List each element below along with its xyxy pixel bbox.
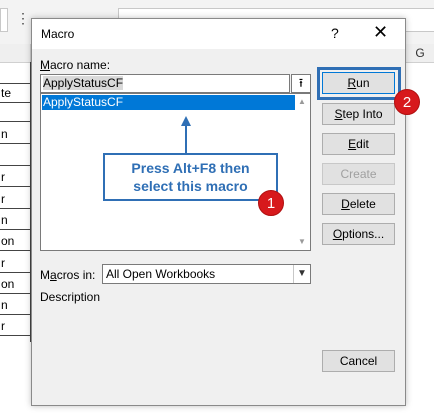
delete-button[interactable]: Delete	[322, 193, 395, 215]
dialog-titlebar[interactable]: Macro ? ✕	[32, 19, 405, 49]
cell[interactable]: n	[0, 125, 30, 144]
macro-name-value: ApplyStatusCF	[43, 76, 124, 90]
macro-dialog: Macro ? ✕ Macro name: ApplyStatusCF ⭱ Ap…	[31, 18, 420, 406]
cell[interactable]: n	[0, 296, 30, 315]
cell[interactable]	[0, 62, 30, 84]
cell[interactable]: n	[0, 211, 30, 230]
step-badge-2: 2	[394, 89, 420, 115]
cell[interactable]: on	[0, 275, 30, 294]
cell[interactable]	[0, 147, 30, 166]
create-button[interactable]: Create	[322, 163, 395, 185]
cell[interactable]: r	[0, 190, 30, 209]
chevron-down-icon[interactable]: ▼	[293, 265, 310, 283]
cell[interactable]: r	[0, 254, 30, 273]
macro-name-input[interactable]: ApplyStatusCF	[40, 74, 290, 93]
cell[interactable]: on	[0, 232, 30, 251]
name-box[interactable]	[0, 8, 8, 32]
scroll-down-icon[interactable]: ▼	[295, 235, 309, 249]
upload-arrow-icon[interactable]: ⭱	[291, 74, 311, 93]
column-header-g[interactable]: G	[406, 44, 434, 63]
help-icon[interactable]: ?	[331, 25, 339, 41]
cancel-button[interactable]: Cancel	[322, 350, 395, 372]
list-item[interactable]: ApplyStatusCF	[42, 95, 295, 110]
cell[interactable]	[0, 103, 30, 122]
macros-in-dropdown[interactable]: All Open Workbooks ▼	[102, 264, 311, 284]
options-button[interactable]: Options...	[322, 223, 395, 245]
more-options-icon[interactable]: ⋮	[16, 10, 30, 27]
column-header[interactable]	[0, 44, 31, 63]
callout-line-1: Press Alt+F8 then	[131, 160, 250, 176]
macro-name-label: Macro name:	[40, 58, 111, 72]
arrow-line	[185, 125, 187, 153]
edit-button[interactable]: Edit	[322, 133, 395, 155]
close-icon[interactable]: ✕	[373, 22, 388, 43]
macros-in-label: Macros in:	[40, 268, 96, 282]
callout-line-2: select this macro	[133, 178, 248, 194]
macros-in-value: All Open Workbooks	[106, 267, 216, 281]
cell[interactable]: r	[0, 317, 30, 336]
cell[interactable]: r	[0, 168, 30, 187]
scroll-up-icon[interactable]: ▲	[295, 95, 309, 109]
instruction-callout: Press Alt+F8 then select this macro	[103, 153, 278, 201]
cell[interactable]: te	[0, 84, 30, 103]
run-button[interactable]: Run	[322, 72, 395, 94]
step-badge-1: 1	[258, 190, 284, 216]
description-label: Description	[40, 290, 101, 304]
step-into-button[interactable]: Step Into	[322, 103, 395, 125]
dialog-title: Macro	[41, 27, 75, 41]
